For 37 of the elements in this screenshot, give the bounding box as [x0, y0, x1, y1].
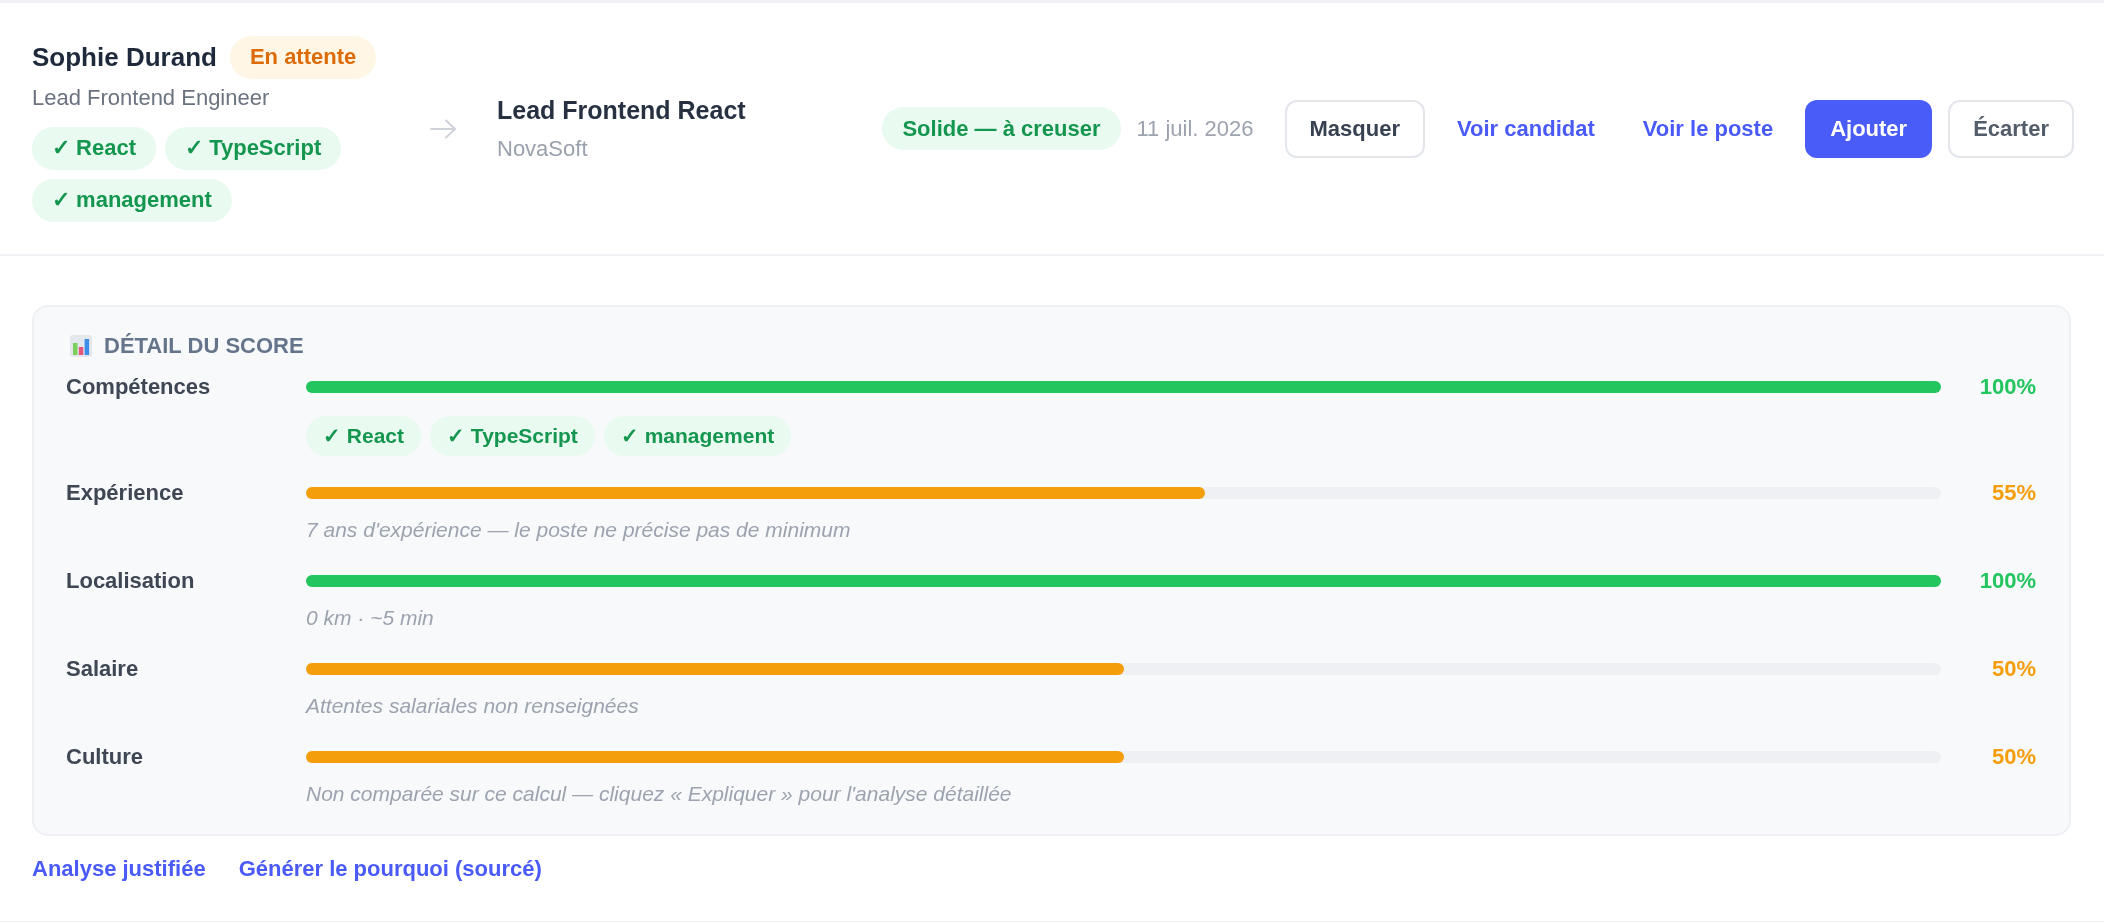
- criterion-label: Expérience: [66, 479, 185, 507]
- skill-tag: ✓ React: [32, 126, 157, 170]
- criterion-note: Attentes salariales non renseignées: [306, 693, 640, 719]
- company-name: NovaSoft: [497, 136, 589, 162]
- skill-tag: ✓ management: [32, 178, 232, 222]
- criterion-note: 7 ans d'expérience — le poste ne précise pas de minimum: [306, 517, 852, 543]
- text-link[interactable]: Générer le pourquoi (sourcé): [238, 856, 542, 882]
- score-percent: 100%: [1978, 373, 2036, 401]
- skill-tag: ✓ React: [306, 416, 422, 456]
- criterion-label: Salaire: [66, 655, 140, 683]
- score-percent: 50%: [1990, 655, 2036, 683]
- criterion-note: 0 km · ~5 min: [306, 605, 435, 631]
- status-badge: En attente: [229, 35, 377, 79]
- score-percent: 100%: [1978, 567, 2036, 595]
- primary-button[interactable]: Ajouter: [1805, 99, 1933, 158]
- candidate-title: Lead Frontend Engineer: [32, 84, 271, 111]
- dismiss-button[interactable]: Écarter: [1948, 99, 2074, 158]
- skill-tag: ✓ TypeScript: [165, 126, 342, 170]
- match-badge: Solide — à creuser: [882, 107, 1121, 150]
- criterion-label: Localisation: [66, 567, 196, 595]
- skill-tag: ✓ TypeScript: [430, 416, 595, 456]
- score-percent: 50%: [1990, 743, 2036, 771]
- arrow-icon: [430, 118, 457, 139]
- panel-title: DÉTAIL DU SCORE: [104, 333, 304, 359]
- candidate-name: Sophie Durand: [32, 41, 217, 73]
- job-title: Lead Frontend React: [497, 95, 746, 125]
- bar-chart-icon: [69, 334, 93, 358]
- score-percent: 55%: [1990, 479, 2036, 507]
- date-label: 11 juil. 2026: [1136, 115, 1254, 142]
- criterion-note: Non comparée sur ce calcul — cliquez « Expliquer » pour l'analyse détaillée: [306, 781, 1013, 807]
- criterion-label: Compétences: [66, 373, 212, 401]
- text-link[interactable]: Voir candidat: [1441, 99, 1611, 158]
- text-link[interactable]: Analyse justifiée: [32, 856, 206, 882]
- skill-tag: ✓ management: [603, 416, 792, 456]
- criterion-label: Culture: [66, 743, 144, 771]
- secondary-button[interactable]: Masquer: [1284, 99, 1425, 158]
- text-link[interactable]: Voir le poste: [1626, 99, 1790, 158]
